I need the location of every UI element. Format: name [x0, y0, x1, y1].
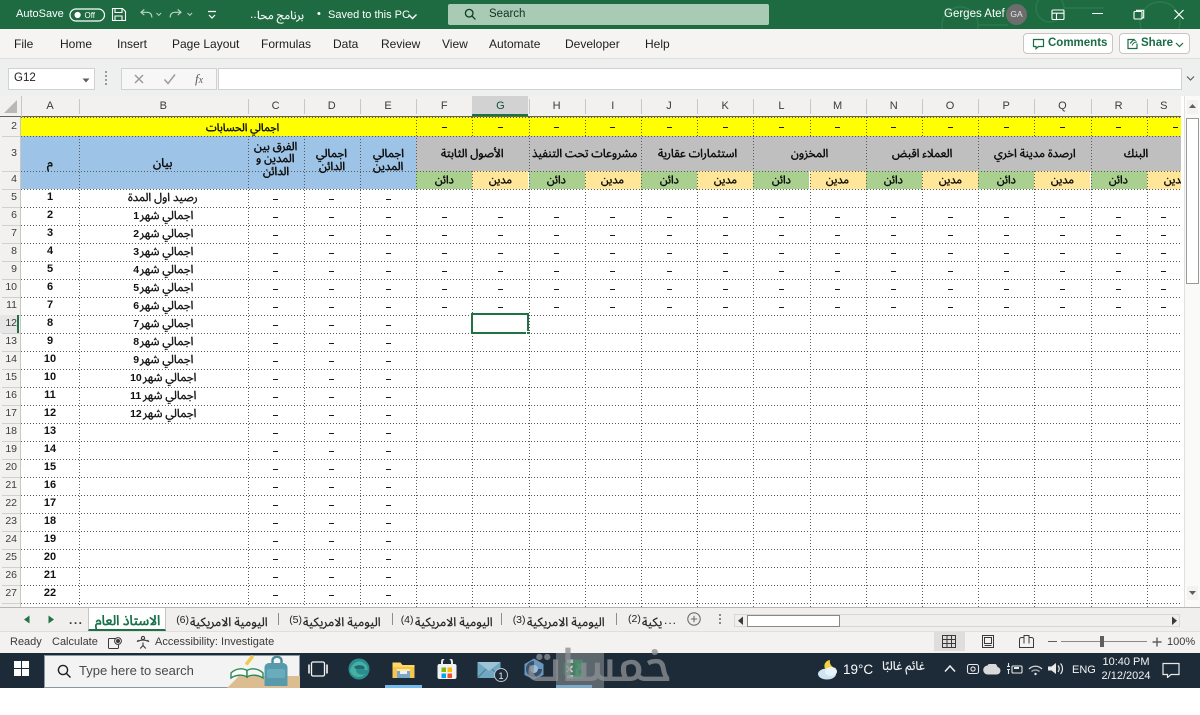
svg-text:Off: Off [85, 11, 96, 20]
